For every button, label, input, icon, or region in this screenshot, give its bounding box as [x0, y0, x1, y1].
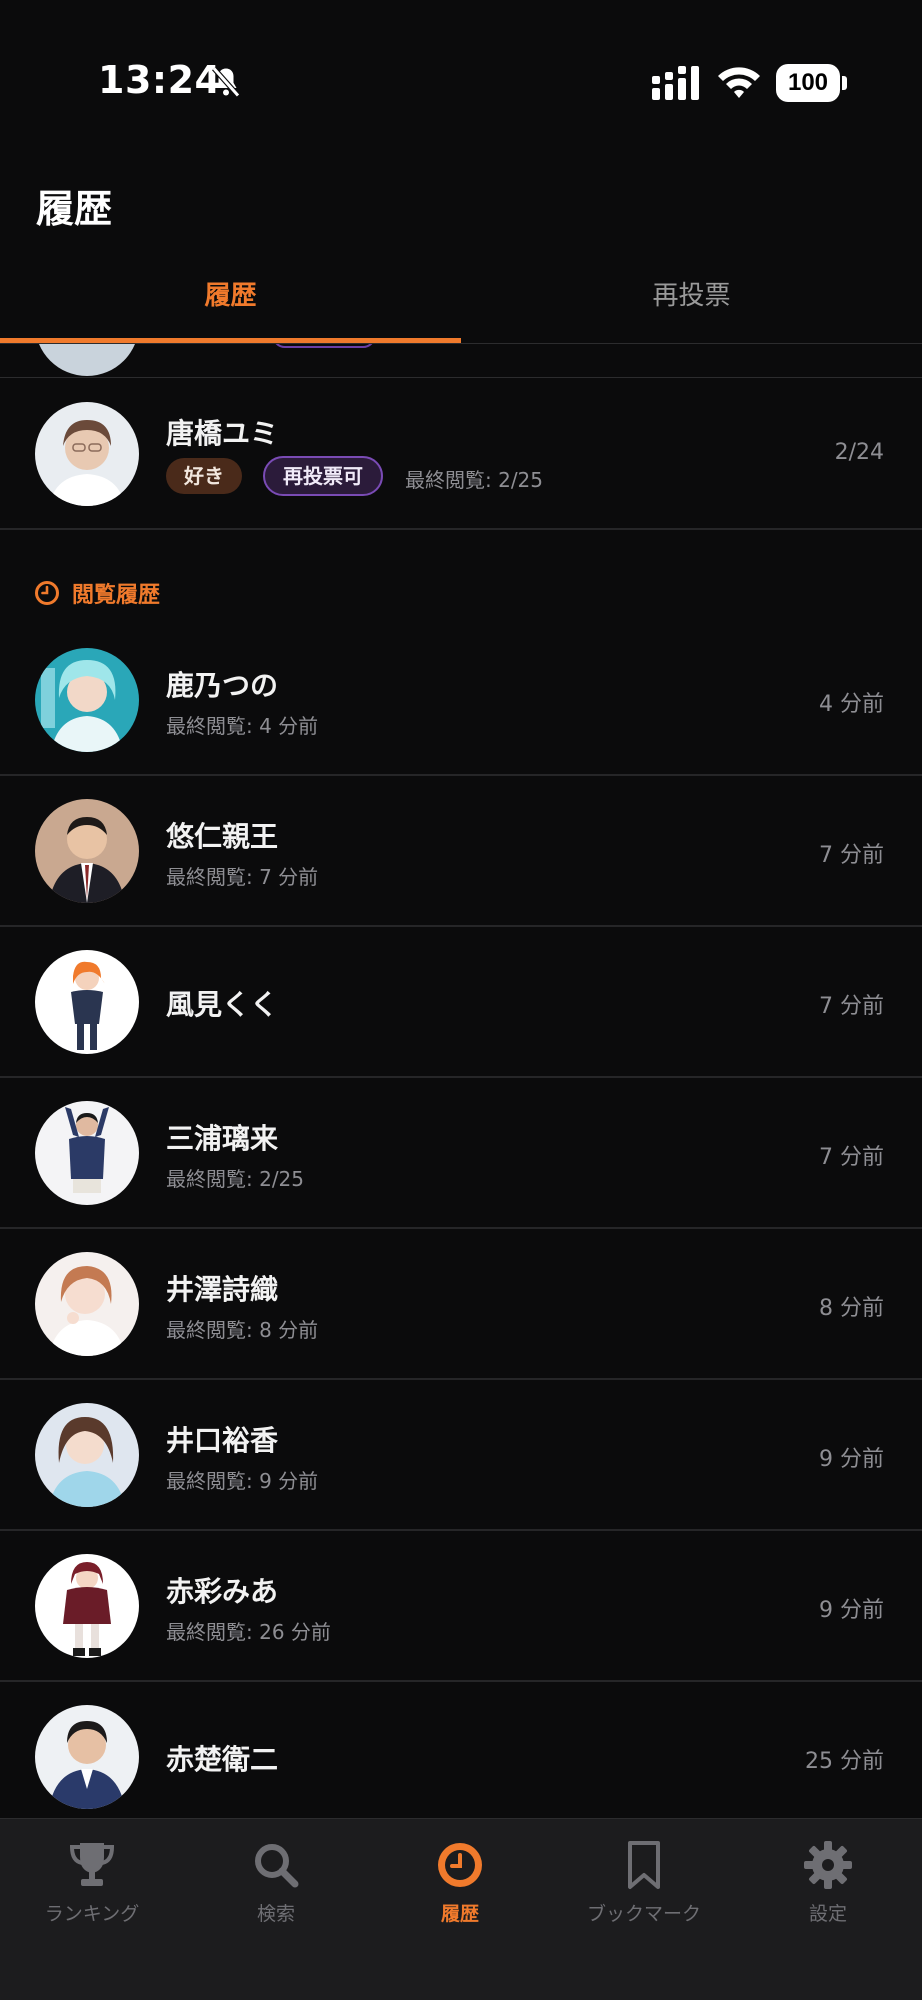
viewed-time: 7 分前: [819, 1145, 884, 1170]
last-viewed-text: 最終閲覧: 7 分前: [166, 865, 319, 889]
viewed-time: 9 分前: [819, 1598, 884, 1623]
list-item-clipped[interactable]: [0, 344, 922, 378]
history-list-item[interactable]: 風見くく 7 分前: [0, 927, 922, 1078]
viewed-time: 7 分前: [819, 994, 884, 1019]
history-list-item[interactable]: 悠仁親王 最終閲覧: 7 分前 7 分前: [0, 776, 922, 927]
nav-settings[interactable]: 設定: [736, 1837, 920, 1947]
tab-bar: 履歴 再投票: [0, 262, 922, 344]
battery-icon: 100: [776, 64, 848, 102]
nav-label: ランキング: [44, 1903, 140, 1925]
tab-history[interactable]: 履歴: [0, 262, 461, 344]
browsing-history-header: 閲覧履歴: [34, 576, 160, 610]
avatar: [35, 950, 139, 1054]
viewed-time: 9 分前: [819, 1447, 884, 1472]
person-name: 悠仁親王: [166, 820, 279, 853]
person-name: 風見くく: [166, 988, 279, 1021]
tab-revote[interactable]: 再投票: [461, 262, 922, 344]
person-name: 赤楚衛二: [166, 1743, 279, 1776]
nav-label: 履歴: [440, 1903, 479, 1925]
last-viewed-text: 最終閲覧: 4 分前: [166, 714, 319, 738]
tab-indicator: [0, 338, 461, 343]
person-name: 赤彩みあ: [166, 1575, 279, 1608]
history-list-item[interactable]: 赤彩みあ 最終閲覧: 26 分前 9 分前: [0, 1531, 922, 1682]
clock-icon: [35, 581, 59, 605]
avatar: [35, 1403, 139, 1507]
avatar: [35, 1705, 139, 1809]
last-viewed-text: 最終閲覧: 9 分前: [166, 1469, 319, 1493]
viewed-time: 8 分前: [819, 1296, 884, 1321]
status-time: 13:24: [98, 58, 222, 102]
trophy-icon: [69, 1843, 115, 1886]
last-viewed-text: 最終閲覧: 2/25: [405, 468, 544, 492]
gear-icon: [804, 1841, 852, 1889]
viewed-time: 7 分前: [819, 843, 884, 868]
viewed-time: 25 分前: [805, 1749, 884, 1774]
nav-history[interactable]: 履歴: [368, 1837, 552, 1947]
section-title: 閲覧履歴: [72, 583, 161, 608]
avatar: [35, 344, 139, 376]
revote-available-badge: 再投票可: [263, 456, 383, 496]
history-list-item[interactable]: 井澤詩織 最終閲覧: 8 分前 8 分前: [0, 1229, 922, 1380]
search-icon: [255, 1844, 299, 1888]
person-name: 三浦璃来: [166, 1122, 279, 1155]
history-list-item[interactable]: 井口裕香 最終閲覧: 9 分前 9 分前: [0, 1380, 922, 1531]
nav-search[interactable]: 検索: [184, 1837, 368, 1947]
history-list-item[interactable]: 三浦璃来 最終閲覧: 2/25 7 分前: [0, 1078, 922, 1229]
nav-ranking[interactable]: ランキング: [0, 1837, 184, 1947]
nav-label: 設定: [808, 1903, 847, 1925]
wifi-icon: [718, 67, 760, 98]
avatar: [35, 648, 139, 752]
person-name: 井口裕香: [166, 1424, 279, 1457]
history-list-item[interactable]: 赤楚衛二 25 分前: [0, 1682, 922, 1833]
avatar: [35, 1101, 139, 1205]
person-name: 唐橋ユミ: [166, 417, 279, 450]
viewed-time: 4 分前: [819, 692, 884, 717]
last-viewed-text: 最終閲覧: 2/25: [166, 1167, 305, 1191]
battery-level: 100: [776, 64, 840, 102]
avatar: [35, 799, 139, 903]
status-bar: 13:24 100: [0, 0, 922, 150]
bottom-nav: ランキング 検索 履歴 ブックマーク 設定: [0, 1818, 922, 2000]
last-viewed-text: 最終閲覧: 26 分前: [166, 1620, 331, 1644]
page-title: 履歴: [36, 187, 113, 231]
last-viewed-text: 最終閲覧: 8 分前: [166, 1318, 319, 1342]
revote-tag-clipped: [272, 344, 376, 348]
bookmark-icon: [628, 1841, 660, 1889]
vote-date: 2/24: [834, 440, 884, 465]
vote-list-item[interactable]: 唐橋ユミ 好き 再投票可 最終閲覧: 2/25 2/24: [0, 378, 922, 530]
nav-label: 検索: [256, 1903, 295, 1925]
history-list-item[interactable]: 鹿乃つの 最終閲覧: 4 分前 4 分前: [0, 624, 922, 776]
person-name: 鹿乃つの: [166, 669, 279, 702]
clock-icon: [438, 1843, 482, 1887]
nav-bookmark[interactable]: ブックマーク: [552, 1837, 736, 1947]
nav-label: ブックマーク: [586, 1903, 701, 1925]
person-name: 井澤詩織: [166, 1273, 279, 1306]
avatar: [35, 1252, 139, 1356]
cellular-signal-icon: [652, 66, 699, 100]
like-badge: 好き: [166, 458, 242, 494]
bell-muted-icon: [212, 66, 240, 98]
avatar: [35, 402, 139, 506]
avatar: [35, 1554, 139, 1658]
